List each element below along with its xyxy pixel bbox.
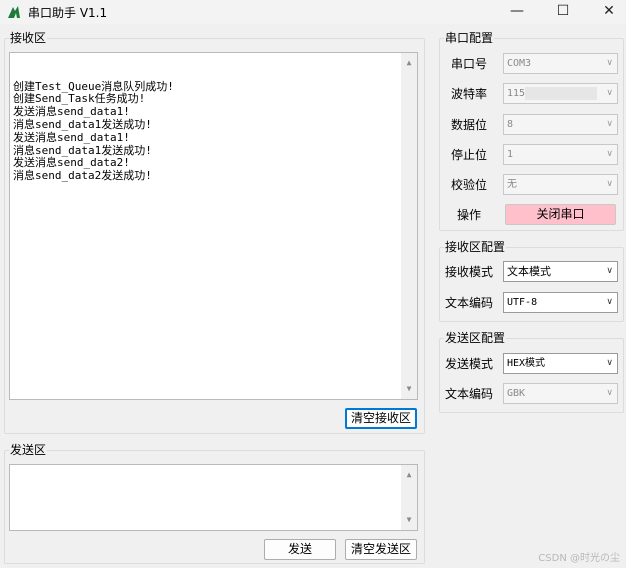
parity-value: 无 xyxy=(507,179,517,190)
receive-mode-label: 接收模式 xyxy=(445,265,494,279)
chevron-down-icon: ∨ xyxy=(606,266,613,276)
send-mode-label: 发送模式 xyxy=(445,357,494,371)
parity-select[interactable]: 无 ∨ xyxy=(503,174,618,195)
receive-textarea[interactable]: 创建Test_Queue消息队列成功! 创建Send_Task任务成功! 发送消… xyxy=(9,52,418,400)
port-value: COM3 xyxy=(507,58,532,69)
clear-send-button[interactable]: 清空发送区 xyxy=(345,539,417,560)
chevron-down-icon: ∨ xyxy=(606,179,613,189)
stopbits-label: 停止位 xyxy=(451,148,488,162)
receive-area-title: 接收区 xyxy=(9,31,48,45)
scroll-up-arrow-icon[interactable]: ▲ xyxy=(401,469,417,481)
send-area-title: 发送区 xyxy=(9,443,48,457)
databits-label: 数据位 xyxy=(451,118,488,132)
title-bar: 串口助手 V1.1 — ☐ ✕ xyxy=(0,0,626,24)
baud-select[interactable]: 115200 ∨ xyxy=(503,83,618,104)
chevron-down-icon: ∨ xyxy=(606,149,613,159)
receive-encoding-label: 文本编码 xyxy=(445,296,494,310)
send-mode-select[interactable]: HEX模式 ∨ xyxy=(503,353,618,374)
send-encoding-select[interactable]: GBK ∨ xyxy=(503,383,618,404)
databits-value: 8 xyxy=(507,119,514,130)
receive-scrollbar[interactable]: ▲ ▼ xyxy=(401,53,417,399)
receive-encoding-value: UTF-8 xyxy=(507,297,538,308)
scroll-down-arrow-icon[interactable]: ▼ xyxy=(401,514,417,526)
chevron-down-icon: ∨ xyxy=(606,58,613,68)
send-mode-value: HEX模式 xyxy=(507,358,546,369)
maximize-button[interactable]: ☐ xyxy=(540,0,586,24)
close-window-button[interactable]: ✕ xyxy=(586,0,626,24)
baud-edit-field[interactable] xyxy=(525,87,597,100)
chevron-down-icon: ∨ xyxy=(606,297,613,307)
chevron-down-icon: ∨ xyxy=(606,388,613,398)
close-port-button[interactable]: 关闭串口 xyxy=(505,204,616,225)
app-leaf-icon xyxy=(8,6,20,18)
send-scrollbar[interactable]: ▲ ▼ xyxy=(401,465,417,530)
clear-receive-button[interactable]: 清空接收区 xyxy=(345,408,417,429)
port-select[interactable]: COM3 ∨ xyxy=(503,53,618,74)
receive-config-title: 接收区配置 xyxy=(444,240,507,254)
baud-label: 波特率 xyxy=(451,87,488,101)
receive-content: 创建Test_Queue消息队列成功! 创建Send_Task任务成功! 发送消… xyxy=(13,79,174,183)
scroll-down-arrow-icon[interactable]: ▼ xyxy=(401,383,417,395)
send-button[interactable]: 发送 xyxy=(264,539,336,560)
receive-mode-value: 文本模式 xyxy=(507,265,551,278)
action-label: 操作 xyxy=(457,208,482,222)
minimize-button[interactable]: — xyxy=(494,0,540,24)
send-encoding-label: 文本编码 xyxy=(445,387,494,401)
stopbits-value: 1 xyxy=(507,149,514,160)
receive-encoding-select[interactable]: UTF-8 ∨ xyxy=(503,292,618,313)
receive-mode-select[interactable]: 文本模式 ∨ xyxy=(503,261,618,282)
serial-config-title: 串口配置 xyxy=(444,31,495,45)
stopbits-select[interactable]: 1 ∨ xyxy=(503,144,618,165)
watermark: CSDN @时光の尘 xyxy=(538,553,620,564)
window-title: 串口助手 V1.1 xyxy=(28,6,108,20)
send-encoding-value: GBK xyxy=(507,388,526,399)
scroll-up-arrow-icon[interactable]: ▲ xyxy=(401,57,417,69)
chevron-down-icon: ∨ xyxy=(606,119,613,129)
parity-label: 校验位 xyxy=(451,178,488,192)
send-textarea[interactable]: ▲ ▼ xyxy=(9,464,418,531)
databits-select[interactable]: 8 ∨ xyxy=(503,114,618,135)
send-config-title: 发送区配置 xyxy=(444,331,507,345)
port-label: 串口号 xyxy=(451,57,488,71)
chevron-down-icon: ∨ xyxy=(606,88,613,98)
chevron-down-icon: ∨ xyxy=(606,358,613,368)
